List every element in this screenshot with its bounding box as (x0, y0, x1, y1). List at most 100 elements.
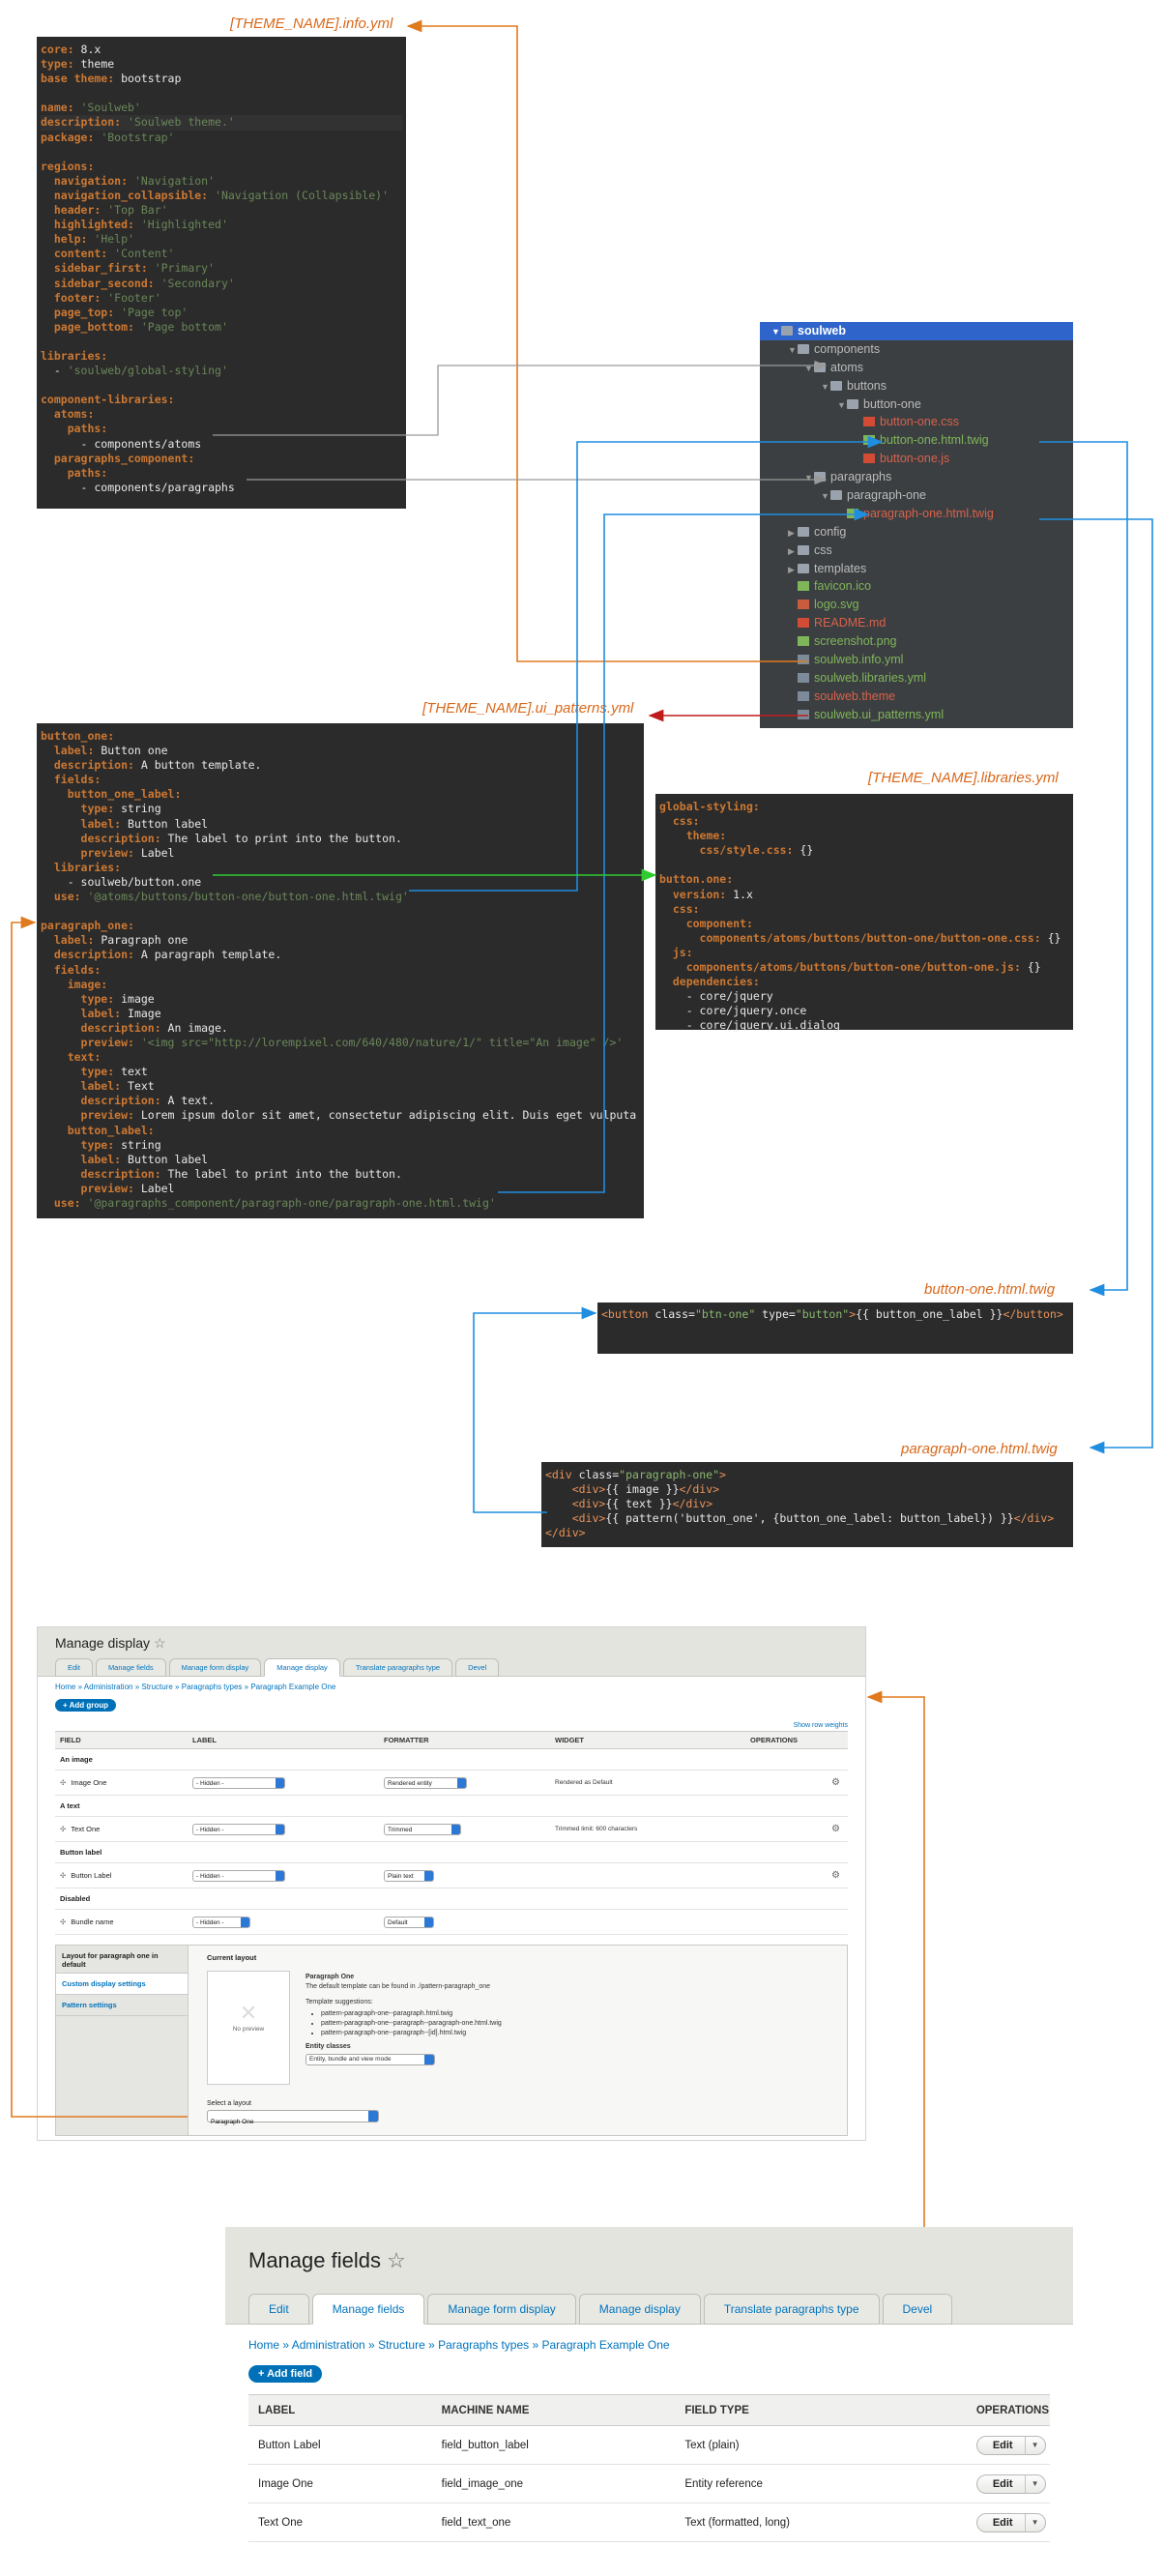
tree-item[interactable]: ▶ templates (760, 560, 1073, 578)
edit-dropbutton[interactable]: Edit ▼ (975, 2435, 1046, 2455)
add-field-button[interactable]: + Add field (248, 2365, 323, 2383)
drag-handle-icon[interactable]: ✣ (60, 1871, 66, 1880)
tree-item[interactable]: logo.svg (760, 596, 1073, 614)
chevron-down-icon[interactable]: ▼ (1026, 2514, 1045, 2532)
tree-item[interactable]: soulweb.theme (760, 688, 1073, 706)
libraries-line: components/atoms/buttons/button-one/butt… (659, 960, 1041, 975)
tab-manage-display[interactable]: Manage display (578, 2294, 701, 2325)
manage-fields-panel: Manage fields ☆ Edit Manage fields Manage … (225, 2227, 1073, 2576)
info-yml-line: navigation_collapsible: 'Navigation (Col… (41, 188, 390, 202)
tree-item[interactable]: soulweb.libraries.yml (760, 669, 1073, 688)
select-dropdown[interactable]: Default (384, 1916, 434, 1928)
gear-icon[interactable]: ⚙ (831, 1777, 840, 1788)
tab-manage-fields[interactable]: Manage fields (95, 1658, 166, 1677)
select-dropdown[interactable]: - Hidden - (192, 1916, 250, 1928)
tree-item[interactable]: button-one.css (760, 413, 1073, 431)
tree-item[interactable]: ▼ components (760, 340, 1073, 359)
gear-icon[interactable]: ⚙ (831, 1824, 840, 1834)
expand-toggle-icon[interactable]: ▼ (788, 341, 798, 360)
tree-item[interactable]: soulweb.ui_patterns.yml (760, 706, 1073, 724)
star-icon[interactable]: ☆ (154, 1635, 166, 1651)
drag-handle-icon[interactable]: ✣ (60, 1917, 66, 1926)
expand-toggle-icon[interactable]: ▼ (837, 396, 847, 415)
edit-button[interactable]: Edit (977, 2436, 1026, 2454)
tree-item[interactable]: paragraph-one.html.twig (760, 505, 1073, 523)
expand-toggle-icon[interactable]: ▼ (771, 323, 781, 341)
add-group-button[interactable]: + Add group (55, 1699, 117, 1712)
tab-manage-form-display[interactable]: Manage form display (427, 2294, 576, 2325)
tree-item[interactable]: ▼ paragraph-one (760, 486, 1073, 505)
info-yml-line: navigation: 'Navigation' (41, 173, 216, 188)
expand-toggle-icon[interactable]: ▼ (804, 469, 814, 487)
field-type-link[interactable]: Text (formatted, long) (683, 2503, 974, 2542)
chevron-down-icon[interactable]: ▼ (1026, 2437, 1045, 2454)
ui-patterns-line: preview: Label (41, 845, 175, 860)
expand-toggle-icon[interactable]: ▶ (788, 542, 798, 561)
expand-toggle-icon[interactable]: ▼ (821, 378, 830, 396)
tree-item[interactable]: favicon.ico (760, 577, 1073, 596)
select-dropdown[interactable]: Trimmed (384, 1823, 461, 1835)
tree-item[interactable]: ▼ paragraphs (760, 468, 1073, 486)
select-dropdown[interactable]: - Hidden - (192, 1823, 285, 1835)
tree-item-label: logo.svg (814, 598, 859, 612)
info-yml-line: ​ (41, 335, 402, 349)
entity-classes-select[interactable]: Entity, bundle and view mode (305, 2054, 435, 2065)
star-icon[interactable]: ☆ (387, 2248, 406, 2272)
chevron-down-icon[interactable]: ▼ (1026, 2475, 1045, 2493)
field-type-link[interactable]: Text (plain) (683, 2426, 974, 2465)
edit-dropbutton[interactable]: Edit ▼ (975, 2474, 1046, 2494)
tab-translate-paragraphs-type[interactable]: Translate paragraphs type (703, 2294, 880, 2325)
tab-edit[interactable]: Edit (55, 1658, 93, 1677)
tree-item[interactable]: screenshot.png (760, 632, 1073, 651)
project-file-tree[interactable]: ▼ soulweb ▼ components ▼ atoms ▼ buttons ▼ button… (760, 322, 1073, 728)
breadcrumb[interactable]: Home » Administration » Structure » Para… (55, 1683, 848, 1691)
tab-devel[interactable]: Devel (455, 1658, 500, 1677)
tree-item[interactable]: button-one.html.twig (760, 431, 1073, 450)
tree-item[interactable]: README.md (760, 614, 1073, 632)
info-yml-line: paths: (41, 422, 108, 436)
field-type-link[interactable]: Entity reference (683, 2465, 974, 2503)
edit-button[interactable]: Edit (977, 2513, 1026, 2532)
custom-display-settings-link[interactable]: Custom display settings (56, 1973, 188, 1995)
expand-toggle-icon[interactable]: ▶ (788, 561, 798, 579)
tree-item[interactable]: ▼ soulweb (760, 322, 1073, 340)
select-dropdown[interactable]: Plain text (384, 1869, 434, 1882)
tree-item[interactable]: ▼ buttons (760, 377, 1073, 395)
info-yml-line: highlighted: 'Highlighted' (41, 218, 228, 232)
select-dropdown[interactable]: - Hidden - (192, 1869, 285, 1882)
pattern-settings-link[interactable]: Pattern settings (56, 1995, 188, 2016)
tree-item[interactable]: ▼ atoms (760, 359, 1073, 377)
select-layout-dropdown[interactable]: Paragraph One (207, 2110, 379, 2125)
gear-icon[interactable]: ⚙ (831, 1870, 840, 1881)
expand-toggle-icon[interactable]: ▼ (804, 360, 814, 378)
breadcrumb[interactable]: Home » Administration » Structure » Para… (248, 2338, 1050, 2352)
tab-edit[interactable]: Edit (248, 2294, 309, 2325)
tab-devel[interactable]: Devel (882, 2294, 953, 2325)
tab-manage-form-display[interactable]: Manage form display (168, 1658, 262, 1677)
tree-item[interactable]: button-one.js (760, 450, 1073, 468)
folder-icon (830, 490, 842, 501)
tree-item[interactable]: soulweb.info.yml (760, 651, 1073, 669)
table-row: ✣ Text One - Hidden - Trimmed Trimmed limit:… (55, 1816, 848, 1842)
manage-fields-title: Manage fields (248, 2248, 381, 2272)
template-suggestions-title: Template suggestions: (305, 1999, 373, 2005)
drag-handle-icon[interactable]: ✣ (60, 1825, 66, 1833)
edit-dropbutton[interactable]: Edit ▼ (975, 2512, 1046, 2532)
info-yml-line: paths: (41, 465, 108, 480)
tree-item[interactable]: ▶ config (760, 523, 1073, 542)
region-row: A text (55, 1796, 848, 1817)
show-row-weights-link[interactable]: Show row weights (55, 1722, 848, 1729)
tree-item[interactable]: ▶ css (760, 542, 1073, 560)
expand-toggle-icon[interactable]: ▶ (788, 524, 798, 542)
expand-toggle-icon[interactable]: ▼ (821, 487, 830, 506)
select-dropdown[interactable]: Rendered entity (384, 1776, 467, 1789)
edit-button[interactable]: Edit (977, 2474, 1026, 2493)
caption-ui-patterns-yml: [THEME_NAME].ui_patterns.yml (422, 700, 634, 717)
select-dropdown[interactable]: - Hidden - (192, 1776, 285, 1789)
caption-button-twig: button-one.html.twig (924, 1281, 1056, 1298)
tab-manage-display[interactable]: Manage display (264, 1658, 340, 1677)
drag-handle-icon[interactable]: ✣ (60, 1778, 66, 1787)
tab-manage-fields[interactable]: Manage fields (311, 2294, 425, 2325)
tree-item[interactable]: ▼ button-one (760, 395, 1073, 414)
tab-translate-paragraphs-type[interactable]: Translate paragraphs type (342, 1658, 453, 1677)
